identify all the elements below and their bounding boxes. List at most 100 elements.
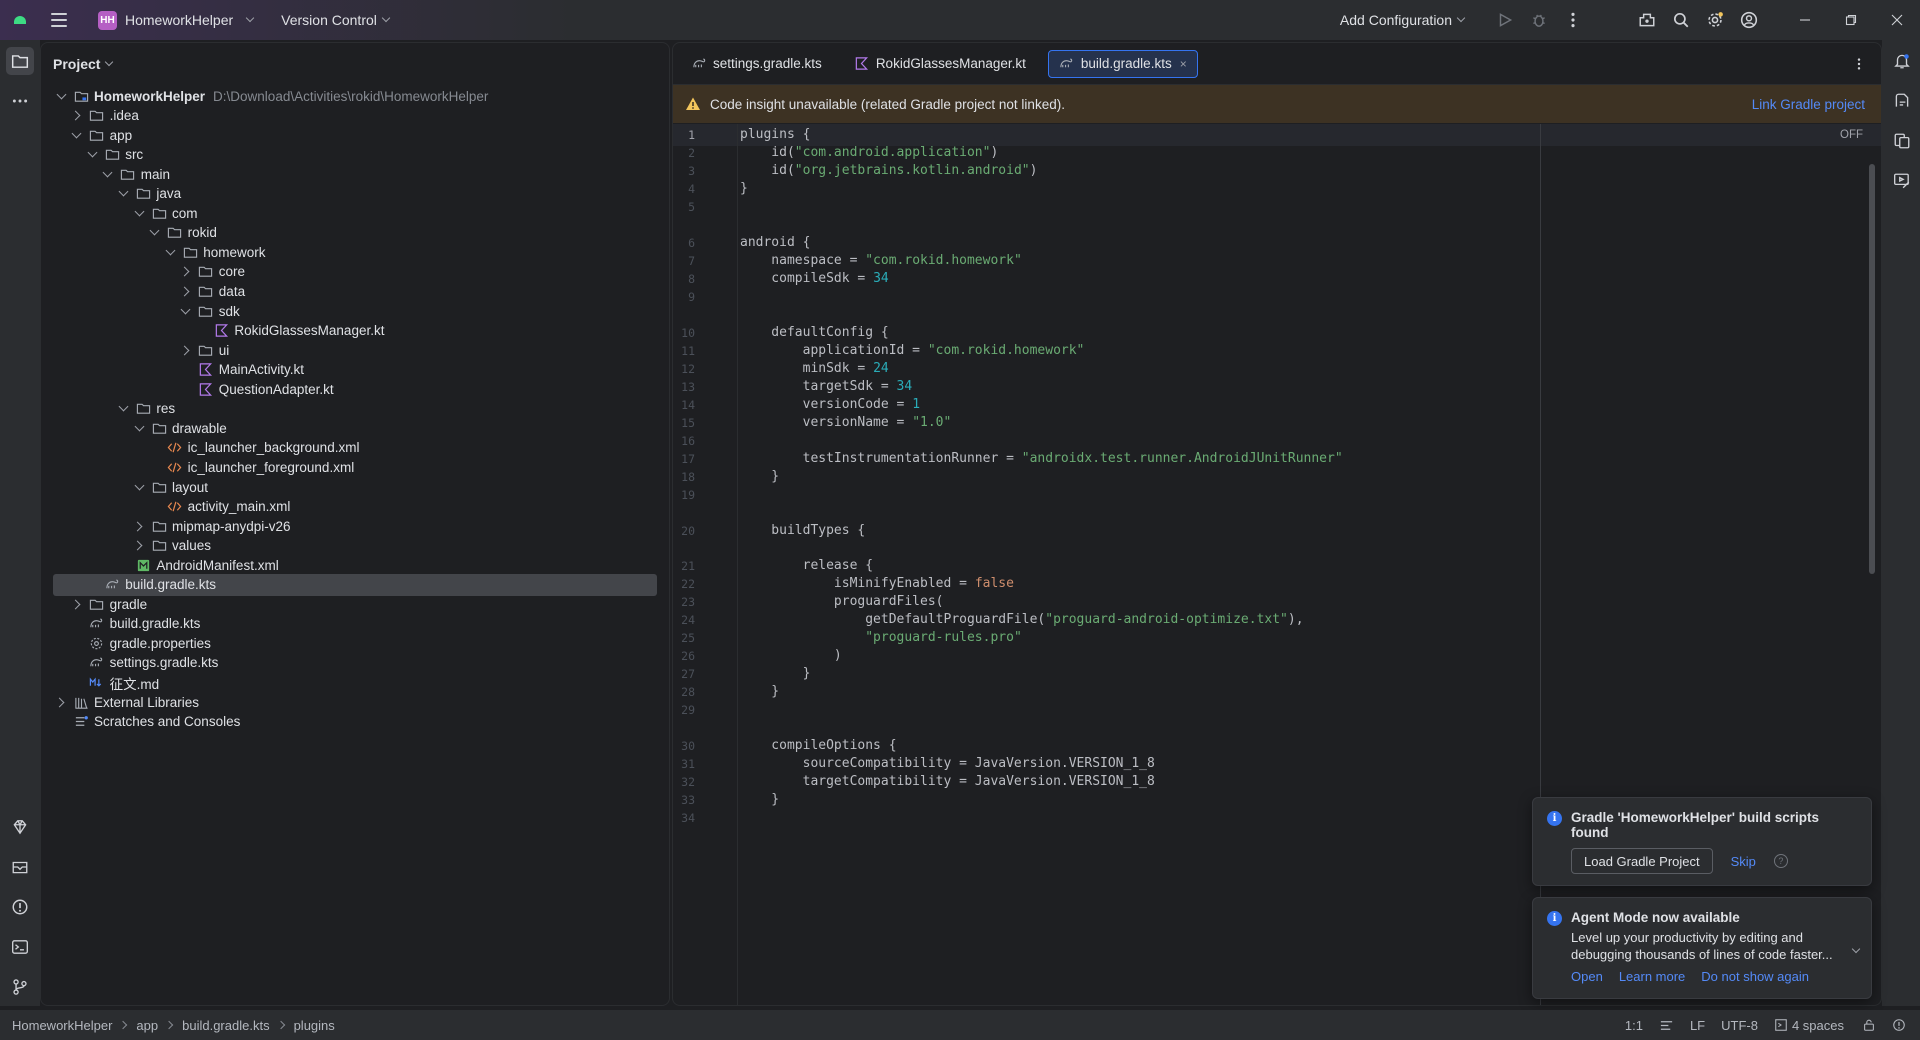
project-panel-header[interactable]: Project [41, 43, 669, 85]
device-manager-icon[interactable] [1888, 127, 1916, 155]
line-number: 11 [681, 344, 695, 358]
chevron-down-icon[interactable] [115, 186, 131, 202]
chevron-down-icon[interactable] [53, 88, 69, 104]
chevron-down-icon[interactable] [147, 225, 163, 241]
xml-file-icon [167, 440, 183, 456]
tree-item-label: HomeworkHelper [94, 88, 206, 104]
line-number: 17 [681, 452, 695, 466]
chevron-right-icon[interactable] [131, 518, 147, 534]
project-switcher[interactable]: HH HomeworkHelper [92, 6, 259, 34]
main-menu-button[interactable] [40, 0, 78, 40]
git-branch-icon[interactable] [6, 973, 34, 1001]
project-tool-folder-icon[interactable] [6, 47, 34, 75]
chevron-down-icon[interactable] [131, 479, 147, 495]
chevron-down-icon[interactable] [131, 205, 147, 221]
minimize-window-icon[interactable] [1782, 0, 1828, 40]
chevron-down-icon[interactable] [178, 303, 194, 319]
run-configuration-selector[interactable]: Add Configuration [1340, 12, 1466, 28]
chevron-down-icon[interactable] [115, 401, 131, 417]
chevron-down-icon[interactable] [131, 420, 147, 436]
folder-icon [167, 225, 183, 241]
chevron-down-icon[interactable] [100, 166, 116, 182]
restore-window-icon[interactable] [1828, 0, 1874, 40]
breadcrumb-item[interactable]: plugins [294, 1018, 335, 1033]
tree-item-label: com [172, 205, 198, 221]
skip-link[interactable]: Skip [1731, 854, 1756, 869]
chevron-right-icon[interactable] [69, 596, 85, 612]
close-tab-icon[interactable]: × [1180, 57, 1187, 71]
help-icon[interactable]: ? [1773, 854, 1788, 868]
problems-status-icon[interactable] [1892, 1018, 1906, 1032]
chevron-down-icon[interactable] [84, 147, 100, 163]
do-not-show-again-link[interactable]: Do not show again [1701, 969, 1809, 984]
line-ending[interactable]: LF [1690, 1018, 1705, 1033]
breadcrumb-item[interactable]: build.gradle.kts [182, 1018, 269, 1033]
link-gradle-project-link[interactable]: Link Gradle project [1752, 97, 1865, 112]
inlay-off-label[interactable]: OFF [1840, 129, 1863, 141]
chevron-right-icon[interactable] [178, 264, 194, 280]
more-actions-icon[interactable] [1556, 0, 1590, 40]
indent-setting[interactable]: 4 spaces [1774, 1018, 1844, 1033]
chevron-down-icon[interactable] [69, 127, 85, 143]
open-link[interactable]: Open [1571, 969, 1603, 984]
project-tool-window: Project HomeworkHelper D:\Download\Activi… [40, 42, 670, 1006]
version-control-menu[interactable]: Version Control [281, 6, 391, 34]
gemini-gem-icon[interactable] [6, 813, 34, 841]
chevron-right-icon [119, 1020, 128, 1030]
terminal-icon[interactable] [6, 933, 34, 961]
learn-more-link[interactable]: Learn more [1619, 969, 1685, 984]
line-number: 1 [688, 128, 695, 142]
load-gradle-project-button[interactable]: Load Gradle Project [1571, 848, 1713, 874]
code-line: } [740, 792, 780, 807]
code-line: ) [740, 648, 842, 663]
line-number: 30 [681, 739, 695, 753]
chevron-right-icon[interactable] [131, 538, 147, 554]
gradle-elephant-icon[interactable] [1888, 87, 1916, 115]
caret-position[interactable]: 1:1 [1625, 1018, 1643, 1033]
close-window-icon[interactable] [1874, 0, 1920, 40]
search-icon[interactable] [1664, 0, 1698, 40]
breadcrumb-item[interactable]: HomeworkHelper [12, 1018, 112, 1033]
line-number: 10 [681, 326, 695, 340]
editor-tab[interactable]: settings.gradle.kts [681, 50, 832, 78]
editor-tab[interactable]: build.gradle.kts × [1047, 49, 1198, 78]
tab-actions-more-icon[interactable] [1847, 51, 1871, 77]
chevron-right-icon[interactable] [178, 342, 194, 358]
tree-item-label: drawable [172, 420, 227, 436]
run-icon[interactable] [1488, 0, 1522, 40]
breadcrumb: HomeworkHelper app build.gradle.kts plugins [12, 1018, 335, 1033]
tree-item-label: main [140, 166, 171, 182]
tree-item-label: External Libraries [94, 694, 200, 710]
debug-icon[interactable] [1522, 0, 1556, 40]
notifications-bell-icon[interactable] [1888, 47, 1916, 75]
settings-gear-icon[interactable] [1698, 0, 1732, 40]
tree-item-label: RokidGlassesManager.kt [234, 323, 385, 339]
chevron-right-icon[interactable] [178, 284, 194, 300]
line-number: 20 [681, 524, 695, 538]
tree-item[interactable]: Scratches and Consoles [53, 711, 240, 733]
problems-warning-icon[interactable] [6, 893, 34, 921]
more-tool-windows-icon[interactable] [6, 87, 34, 115]
breadcrumb-item[interactable]: app [136, 1018, 158, 1033]
read-only-lock-icon[interactable] [1862, 1018, 1876, 1032]
file-encoding[interactable]: UTF-8 [1721, 1018, 1758, 1033]
editor-tab[interactable]: RokidGlassesManager.kt [844, 50, 1036, 78]
chevron-right-icon[interactable] [69, 108, 85, 124]
chevron-right-icon[interactable] [53, 694, 69, 710]
editor-vertical-scrollbar[interactable] [1869, 164, 1875, 574]
line-number: 16 [681, 434, 695, 448]
account-avatar-icon[interactable] [1732, 0, 1766, 40]
build-hammer-icon[interactable] [6, 853, 34, 881]
line-number: 18 [681, 470, 695, 484]
xml-file-icon [167, 459, 183, 475]
chevron-down-icon[interactable] [162, 244, 178, 260]
running-devices-icon[interactable] [1888, 167, 1916, 195]
plugin-icon[interactable] [1630, 0, 1664, 40]
tree-item[interactable]: AndroidManifest.xml [53, 554, 279, 576]
code-style-icon[interactable] [1659, 1018, 1674, 1033]
editor-tab-label: RokidGlassesManager.kt [875, 56, 1026, 71]
code-line: id("org.jetbrains.kotlin.android") [740, 163, 1038, 178]
line-number: 33 [681, 793, 695, 807]
